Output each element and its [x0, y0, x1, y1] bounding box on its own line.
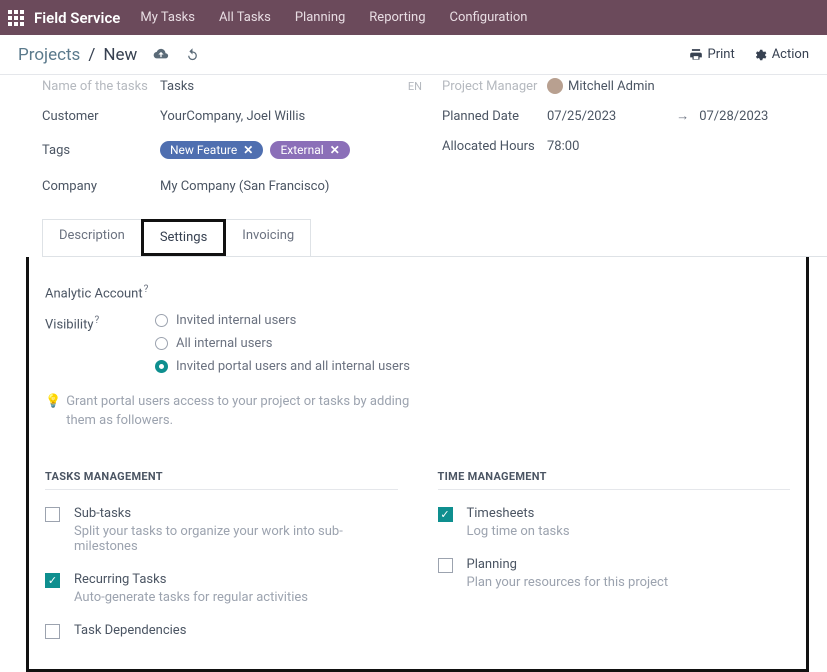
checkbox-timesheets[interactable]: ✓ — [438, 507, 453, 522]
print-icon — [689, 48, 703, 62]
breadcrumb-sep: / — [88, 45, 95, 65]
sub-header: Projects / New Print Action — [0, 35, 827, 75]
discard-icon[interactable] — [185, 47, 200, 62]
help-icon[interactable]: ? — [95, 315, 100, 326]
company-value[interactable]: My Company (San Francisco) — [160, 179, 329, 194]
nav-configuration[interactable]: Configuration — [450, 10, 528, 25]
gear-icon — [753, 48, 767, 62]
topbar: Field Service My Tasks All Tasks Plannin… — [0, 0, 827, 35]
cloud-save-icon[interactable] — [153, 48, 169, 61]
tab-settings[interactable]: Settings — [141, 219, 226, 256]
planning-title: Planning — [467, 557, 669, 572]
brand: Field Service — [34, 9, 120, 27]
nav-my-tasks[interactable]: My Tasks — [140, 10, 195, 25]
print-button[interactable]: Print — [689, 47, 735, 62]
checkbox-sub-tasks[interactable] — [45, 507, 60, 522]
radio-all-internal[interactable]: All internal users — [155, 336, 410, 351]
tag-external[interactable]: External✕ — [270, 141, 349, 159]
remove-tag-icon[interactable]: ✕ — [330, 143, 340, 157]
sub-tasks-desc: Split your tasks to organize your work i… — [74, 524, 398, 554]
pm-value[interactable]: Mitchell Admin — [547, 78, 655, 94]
help-icon[interactable]: ? — [144, 284, 149, 295]
nav-reporting[interactable]: Reporting — [369, 10, 425, 25]
section-title: TIME MANAGEMENT — [438, 470, 791, 490]
pm-label: Project Manager — [442, 79, 547, 94]
timesheets-desc: Log time on tasks — [467, 524, 570, 539]
customer-value[interactable]: YourCompany, Joel Willis — [160, 109, 305, 124]
checkbox-planning[interactable] — [438, 558, 453, 573]
radio-icon — [155, 314, 168, 327]
breadcrumb-current: New — [103, 45, 137, 65]
analytic-account-label: Analytic Account? — [45, 282, 155, 301]
planning-desc: Plan your resources for this project — [467, 575, 669, 590]
name-of-tasks-label: Name of the tasks — [42, 79, 160, 94]
nav-planning[interactable]: Planning — [295, 10, 345, 25]
name-of-tasks-value[interactable]: Tasks — [160, 79, 194, 94]
timesheets-title: Timesheets — [467, 506, 570, 521]
company-label: Company — [42, 179, 160, 194]
tab-description[interactable]: Description — [42, 219, 142, 256]
visibility-radio-group: Invited internal users All internal user… — [155, 313, 410, 374]
top-nav: My Tasks All Tasks Planning Reporting Co… — [140, 10, 527, 25]
arrow-right-icon: → — [676, 108, 689, 124]
recurring-tasks-desc: Auto-generate tasks for regular activiti… — [74, 590, 308, 605]
header-actions: Print Action — [689, 47, 810, 62]
time-management-section: TIME MANAGEMENT ✓ Timesheets Log time on… — [438, 470, 791, 639]
alloc-hours-value[interactable]: 78:00 — [547, 139, 579, 154]
checkbox-task-dependencies[interactable] — [45, 624, 60, 639]
task-dependencies-title: Task Dependencies — [74, 623, 186, 638]
nav-all-tasks[interactable]: All Tasks — [219, 10, 271, 25]
alloc-hours-label: Allocated Hours — [442, 139, 547, 154]
visibility-hint: 💡 Grant portal users access to your proj… — [45, 393, 425, 429]
sub-tasks-title: Sub-tasks — [74, 506, 398, 521]
breadcrumb-root[interactable]: Projects — [18, 45, 80, 65]
print-label: Print — [708, 47, 735, 62]
tags-label: Tags — [42, 143, 160, 158]
section-title: TASKS MANAGEMENT — [45, 470, 398, 490]
lang-badge: EN — [408, 80, 422, 93]
avatar — [547, 78, 563, 94]
tags-value[interactable]: New Feature✕ External✕ — [160, 141, 354, 159]
customer-label: Customer — [42, 109, 160, 124]
action-label: Action — [772, 47, 809, 62]
lightbulb-icon: 💡 — [45, 393, 61, 429]
remove-tag-icon[interactable]: ✕ — [243, 143, 253, 157]
planned-date-label: Planned Date — [442, 109, 547, 124]
radio-portal-and-internal[interactable]: Invited portal users and all internal us… — [155, 359, 410, 374]
apps-icon[interactable] — [8, 10, 24, 26]
planned-start[interactable]: 07/25/2023 — [547, 109, 616, 124]
checkbox-recurring-tasks[interactable]: ✓ — [45, 573, 60, 588]
visibility-label: Visibility? — [45, 313, 155, 332]
tag-new-feature[interactable]: New Feature✕ — [160, 141, 263, 159]
action-button[interactable]: Action — [753, 47, 809, 62]
radio-icon — [155, 360, 168, 373]
tab-invoicing[interactable]: Invoicing — [225, 219, 311, 256]
radio-icon — [155, 337, 168, 350]
radio-invited-internal[interactable]: Invited internal users — [155, 313, 410, 328]
recurring-tasks-title: Recurring Tasks — [74, 572, 308, 587]
tabs: Description Settings Invoicing — [42, 219, 827, 257]
breadcrumb: Projects / New — [18, 45, 200, 65]
planned-end[interactable]: 07/28/2023 — [699, 109, 768, 124]
tasks-management-section: TASKS MANAGEMENT Sub-tasks Split your ta… — [45, 470, 398, 639]
